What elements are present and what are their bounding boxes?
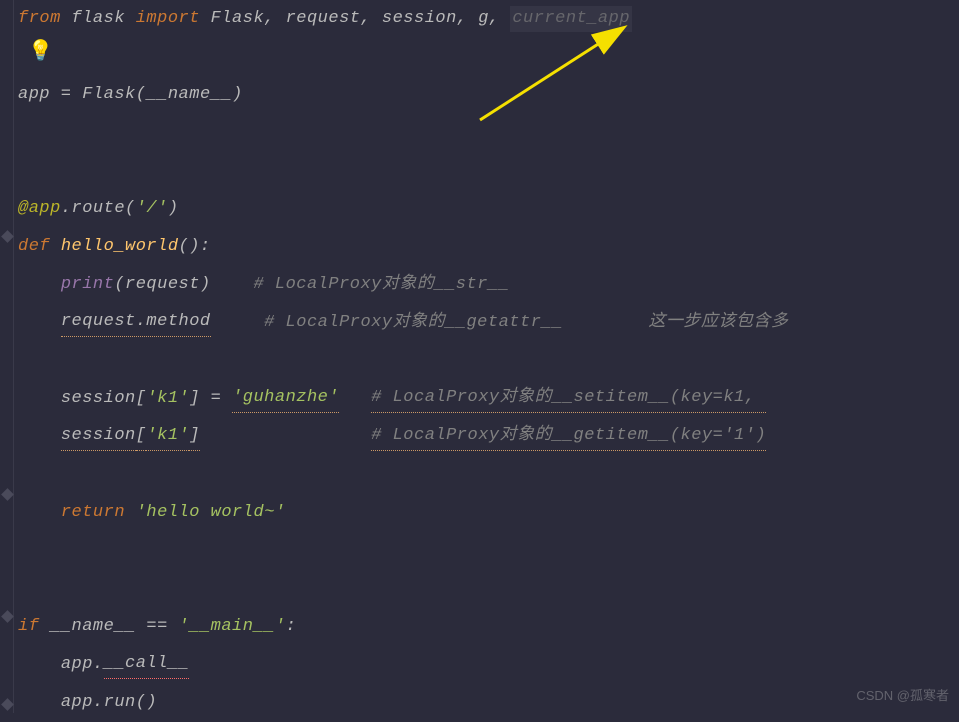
class-name: Flask [82, 82, 136, 108]
code-line[interactable]: return 'hello world~' [18, 494, 959, 532]
gutter [0, 0, 14, 713]
code-line[interactable]: app = Flask(__name__) [18, 76, 959, 114]
blank-line [18, 342, 959, 380]
session-key: 'k1' [146, 386, 189, 412]
code-line[interactable]: print(request) # LocalProxy对象的__str__ [18, 266, 959, 304]
main-string: '__main__' [179, 614, 286, 640]
module-name: flask [72, 6, 126, 32]
run-method: run [104, 690, 136, 716]
blank-line [18, 38, 959, 76]
blank-line [18, 152, 959, 190]
dunder-call: __call__ [104, 651, 190, 679]
lightbulb-icon[interactable]: 💡 [28, 38, 53, 68]
code-line[interactable]: @app.route('/') [18, 190, 959, 228]
code-line[interactable]: session['k1'] # LocalProxy对象的__getitem__… [18, 418, 959, 456]
code-editor[interactable]: 💡 from flask import Flask, request, sess… [0, 0, 959, 713]
route-method: route [72, 196, 126, 222]
comment: # LocalProxy对象的__setitem__(key=k1, [371, 385, 766, 413]
print-call: print [61, 272, 115, 298]
code-line[interactable]: app.__call__ [18, 646, 959, 684]
arg-request: request [125, 272, 200, 298]
watermark: CSDN @孤寒者 [856, 686, 949, 706]
code-line[interactable]: session['k1'] = 'guhanzhe' # LocalProxy对… [18, 380, 959, 418]
blank-line [18, 532, 959, 570]
code-line[interactable]: request.method # LocalProxy对象的__getattr_… [18, 304, 959, 342]
string-value: 'guhanzhe' [232, 385, 339, 413]
builtin-name: __name__ [146, 82, 232, 108]
blank-line [18, 114, 959, 152]
expr-request-method: request.method [61, 309, 211, 337]
keyword-if: if [18, 614, 50, 640]
app-ref: app. [61, 690, 104, 716]
import-list: Flask, request, session, g, [211, 6, 511, 32]
code-line[interactable]: def hello_world(): [18, 228, 959, 266]
session-key: 'k1' [146, 423, 189, 451]
builtin-name: __name__ [50, 614, 136, 640]
app-ref: app. [61, 652, 104, 678]
keyword-return: return [61, 500, 136, 526]
session-var: session [61, 423, 136, 451]
route-path: '/' [136, 196, 168, 222]
fold-marker-icon[interactable] [1, 488, 14, 501]
fold-marker-icon[interactable] [1, 698, 14, 711]
keyword-def: def [18, 234, 61, 260]
keyword-import: import [136, 6, 200, 32]
unused-import: current_app [510, 6, 632, 32]
code-line[interactable]: if __name__ == '__main__': [18, 608, 959, 646]
assignment: app = [18, 82, 82, 108]
fold-marker-icon[interactable] [1, 230, 14, 243]
decorator: @app [18, 196, 61, 222]
comment: # LocalProxy对象的__str__ [253, 272, 509, 298]
code-line[interactable]: app.run() [18, 684, 959, 722]
blank-line [18, 570, 959, 608]
blank-line [18, 456, 959, 494]
return-string: 'hello world~' [136, 500, 286, 526]
keyword-from: from [18, 6, 61, 32]
comment: # LocalProxy对象的__getattr__ 这一步应该包含多 [264, 310, 788, 336]
session-var: session [61, 386, 136, 412]
function-name: hello_world [61, 234, 179, 260]
comment: # LocalProxy对象的__getitem__(key='1') [371, 423, 766, 451]
code-line[interactable]: from flask import Flask, request, sessio… [18, 0, 959, 38]
fold-marker-icon[interactable] [1, 610, 14, 623]
